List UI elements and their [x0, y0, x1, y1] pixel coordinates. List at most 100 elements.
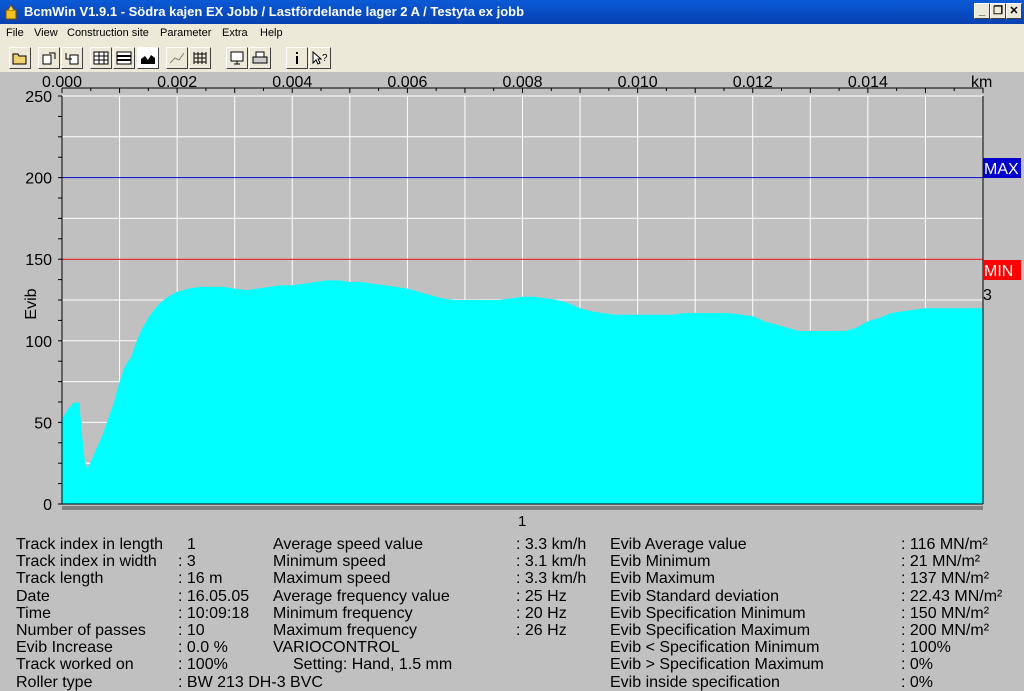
restore-button[interactable]: ❐: [990, 3, 1006, 19]
line-chart-button[interactable]: [166, 47, 188, 69]
stat-label: Evib Specification Maximum: [610, 622, 811, 639]
stat-value: : 100%: [178, 656, 228, 674]
export-button[interactable]: [38, 47, 60, 69]
stat-label: Maximum frequency: [273, 622, 418, 639]
y-axis-label: Evib: [23, 288, 40, 319]
svg-text:?: ?: [322, 53, 328, 64]
y-tick-label: 0: [43, 497, 52, 514]
restore-icon: ❐: [993, 5, 1003, 17]
import-button[interactable]: [61, 47, 83, 69]
monitor-button[interactable]: [226, 47, 248, 69]
close-button[interactable]: ✕: [1006, 3, 1022, 19]
stat-value: : BW 213 DH-3 BVC: [178, 673, 323, 691]
stat-value: : 137 MN/m²: [901, 570, 990, 588]
open-button[interactable]: [9, 47, 31, 69]
print-icon: [252, 51, 268, 64]
stat-label: Evib Minimum: [610, 553, 711, 571]
stat-label: Setting: Hand, 1.5 mm: [293, 656, 453, 674]
stat-label: Average speed value: [273, 536, 424, 553]
stat-label: Evib < Specification Minimum: [610, 639, 820, 657]
stat-label: Evib Average value: [610, 536, 747, 553]
table-icon: [193, 52, 207, 64]
rows-view-icon: [116, 51, 132, 65]
x-tick-label: 0.014: [848, 74, 888, 91]
stat-value: : 150 MN/m²: [901, 604, 990, 622]
help-pointer-icon: ?: [312, 51, 328, 65]
stat-label: Evib Specification Minimum: [610, 604, 806, 622]
app-icon: [5, 4, 17, 20]
y-tick-label: 150: [25, 252, 52, 269]
stat-label: Average frequency value: [273, 587, 450, 605]
evib-chart: 0.000 0.002 0.004 0.006 0.008 0.010 0.012 0.014…: [0, 72, 1024, 532]
stat-label: Track index in width: [16, 553, 157, 571]
x-tick-label: 0.004: [272, 74, 312, 91]
y-tick-label: 100: [25, 334, 52, 351]
stat-value: : 16.05.05: [178, 587, 250, 605]
export-icon: [42, 52, 56, 65]
statistics-panel: Track index in length Track index in widt…: [0, 532, 1024, 691]
stat-value: : 3.3 km/h: [516, 570, 587, 588]
stat-label: Minimum frequency: [273, 604, 413, 622]
menu-extra[interactable]: Extra: [222, 27, 248, 39]
stat-label: VARIOCONTROL: [273, 639, 400, 657]
stat-value: : 3: [178, 553, 196, 571]
y-tick-label: 50: [34, 415, 52, 432]
track-marker: 1: [518, 513, 526, 530]
stat-value: : 10:09:18: [178, 604, 250, 622]
scroll-strip: [62, 506, 983, 510]
monitor-icon: [230, 51, 244, 65]
max-label: MAX: [984, 161, 1019, 178]
stat-label: Evib Maximum: [610, 570, 715, 588]
menu-construction-site[interactable]: Construction site: [67, 27, 149, 39]
grid-view-button[interactable]: [90, 47, 112, 69]
stat-value: : 20 Hz: [516, 604, 567, 622]
stat-value: : 3.1 km/h: [516, 553, 587, 571]
stat-label: Track length: [16, 570, 104, 588]
stat-label: Roller type: [16, 673, 93, 691]
stat-label: Evib Increase: [16, 639, 113, 657]
stat-value: : 10: [178, 622, 205, 639]
help-pointer-button[interactable]: ?: [309, 47, 331, 69]
stat-value: : 0.0 %: [178, 639, 228, 657]
stat-label: Evib > Specification Maximum: [610, 656, 824, 674]
stat-value: : 26 Hz: [516, 622, 567, 639]
menu-help[interactable]: Help: [260, 27, 283, 39]
info-icon: [296, 52, 298, 64]
open-icon: [12, 53, 27, 65]
table-button[interactable]: [189, 47, 211, 69]
title-bar: BcmWin V1.9.1 - Södra kajen EX Jobb / La…: [0, 0, 1024, 24]
window-title: BcmWin V1.9.1 - Södra kajen EX Jobb / La…: [24, 4, 525, 19]
menu-view[interactable]: View: [34, 27, 58, 39]
menu-file[interactable]: File: [6, 27, 24, 39]
minimize-icon: _: [978, 5, 986, 17]
import-icon: [65, 53, 79, 65]
stat-label: Minimum speed: [273, 553, 386, 571]
x-tick-label: 0.012: [733, 74, 773, 91]
x-tick-label: 0.010: [618, 74, 658, 91]
menu-bar: File View Construction site Parameter Ex…: [0, 24, 1024, 44]
stat-value: 1: [187, 536, 196, 553]
minimize-button[interactable]: _: [974, 3, 990, 19]
stat-label: Number of passes: [16, 622, 146, 639]
area-chart-button[interactable]: [137, 47, 159, 69]
stat-label: Evib Standard deviation: [610, 587, 779, 605]
stat-label: Date: [16, 587, 50, 605]
stat-label: Track index in length: [16, 536, 164, 553]
stat-value: : 0%: [901, 673, 934, 691]
rows-view-button[interactable]: [113, 47, 135, 69]
x-axis-unit: km: [971, 74, 992, 91]
menu-parameter[interactable]: Parameter: [160, 27, 211, 39]
stat-label: Evib inside specification: [610, 673, 780, 691]
stat-value: : 100%: [901, 639, 951, 657]
stat-value: : 16 m: [178, 570, 223, 588]
stat-value: : 116 MN/m²: [901, 536, 988, 553]
stat-value: : 21 MN/m²: [901, 553, 981, 571]
stat-value: : 200 MN/m²: [901, 622, 990, 639]
area-chart-icon: [141, 55, 155, 64]
print-button[interactable]: [249, 47, 271, 69]
x-tick-label: 0.008: [502, 74, 542, 91]
info-button[interactable]: [286, 47, 308, 69]
min-label: MIN: [984, 263, 1013, 280]
grid-view-icon: [93, 51, 109, 65]
y-tick-label: 200: [25, 171, 52, 188]
